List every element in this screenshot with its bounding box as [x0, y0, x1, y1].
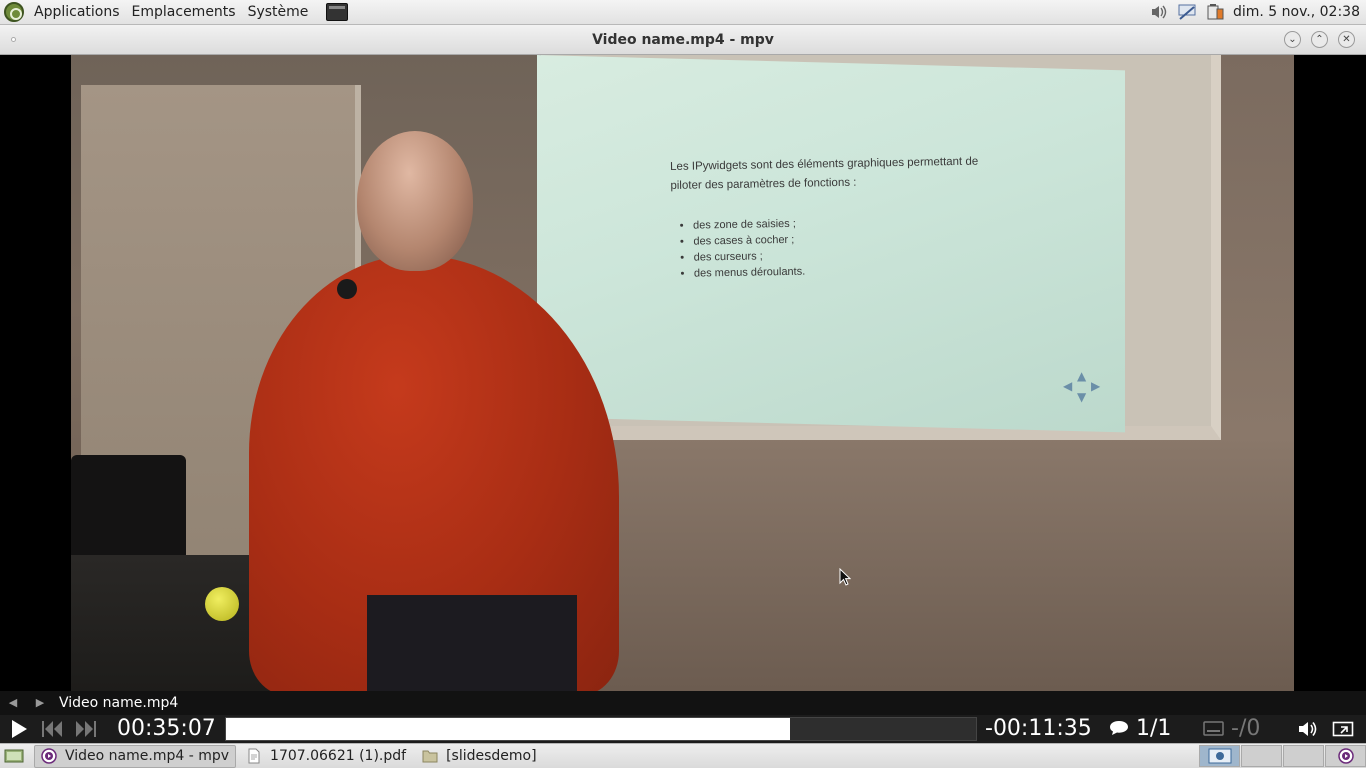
workspace-window-icon [1208, 748, 1232, 764]
clock[interactable]: dim. 5 nov., 02:38 [1229, 4, 1366, 20]
taskbar-item-folder[interactable]: [slidesdemo] [416, 745, 543, 768]
taskbar-item-pdf[interactable]: 1707.06621 (1).pdf [240, 745, 412, 768]
audio-track-count[interactable]: -/0 [1231, 716, 1260, 742]
menu-applications[interactable]: Applications [28, 0, 126, 25]
taskbar-item-mpv[interactable]: Video name.mp4 - mpv [34, 744, 237, 768]
fullscreen-icon[interactable] [1332, 719, 1354, 739]
remaining-time[interactable]: -00:11:35 [985, 716, 1092, 742]
workspace-1[interactable] [1199, 745, 1240, 767]
document-icon [248, 748, 260, 764]
taskbar-item-label: [slidesdemo] [446, 748, 537, 764]
slide-intro: Les IPywidgets sont des éléments graphiq… [669, 155, 979, 192]
skip-forward-icon[interactable] [75, 719, 97, 739]
osc-controls: 00:35:07 -00:11:35 1/1 -/0 [0, 715, 1366, 743]
presenter-head [357, 131, 473, 271]
video-frame: Les IPywidgets sont des éléments graphiq… [71, 55, 1294, 691]
top-panel: Applications Emplacements Système dim. 5… [0, 0, 1366, 25]
seek-progress [226, 718, 790, 740]
workspace-4[interactable] [1325, 745, 1366, 767]
slide-navigation-arrows-icon: ▲ ◀ ▶ ▼ [1063, 369, 1101, 404]
subtitle-track-count[interactable]: 1/1 [1136, 716, 1171, 742]
battery-icon[interactable] [1205, 2, 1225, 22]
osc-title-bar: ◀ ▶ Video name.mp4 [0, 691, 1366, 715]
taskbar: Video name.mp4 - mpv 1707.06621 (1).pdf … [0, 743, 1366, 768]
menu-emplacements[interactable]: Emplacements [126, 0, 242, 25]
mpv-icon [1337, 748, 1354, 764]
seek-bar[interactable] [225, 717, 977, 741]
taskbar-item-label: Video name.mp4 - mpv [65, 748, 230, 764]
skip-back-icon[interactable] [41, 719, 63, 739]
folder-icon [422, 750, 438, 763]
video-area[interactable]: Les IPywidgets sont des éléments graphiq… [0, 55, 1366, 691]
minimize-icon[interactable]: ⌄ [1284, 31, 1301, 48]
playlist-prev-icon[interactable]: ◀ [6, 695, 20, 711]
audio-track-icon[interactable] [1203, 719, 1225, 739]
workspace-2[interactable] [1241, 745, 1282, 767]
media-title[interactable]: Video name.mp4 [59, 693, 178, 713]
taskbar-item-label: 1707.06621 (1).pdf [270, 748, 407, 764]
subtitle-track-icon[interactable] [1109, 719, 1129, 739]
maximize-icon[interactable]: ⌃ [1311, 31, 1328, 48]
mouse-pointer-icon [839, 568, 851, 586]
network-icon[interactable] [1177, 2, 1197, 22]
tennis-ball [205, 587, 239, 621]
window-title: Video name.mp4 - mpv [592, 32, 774, 48]
elapsed-time[interactable]: 00:35:07 [117, 716, 216, 742]
show-desktop-icon[interactable] [0, 745, 28, 768]
workspace-3[interactable] [1283, 745, 1324, 767]
volume-icon[interactable] [1149, 2, 1169, 22]
close-icon[interactable]: ✕ [1338, 31, 1355, 48]
window-titlebar[interactable]: Video name.mp4 - mpv ⌄ ⌃ ✕ [0, 25, 1366, 55]
play-icon[interactable] [10, 719, 28, 739]
headset-microphone [337, 279, 357, 299]
slide-bullets: des zone de saisies ; des cases à cocher… [693, 212, 1012, 282]
volume-control-icon[interactable] [1297, 719, 1319, 739]
terminal-launcher-icon[interactable] [326, 3, 349, 21]
mpv-icon [41, 748, 57, 764]
distro-logo-icon[interactable] [4, 2, 24, 22]
playlist-next-icon[interactable]: ▶ [33, 695, 47, 711]
menu-systeme[interactable]: Système [242, 0, 315, 25]
slide-content: Les IPywidgets sont des éléments graphiq… [670, 152, 1012, 282]
